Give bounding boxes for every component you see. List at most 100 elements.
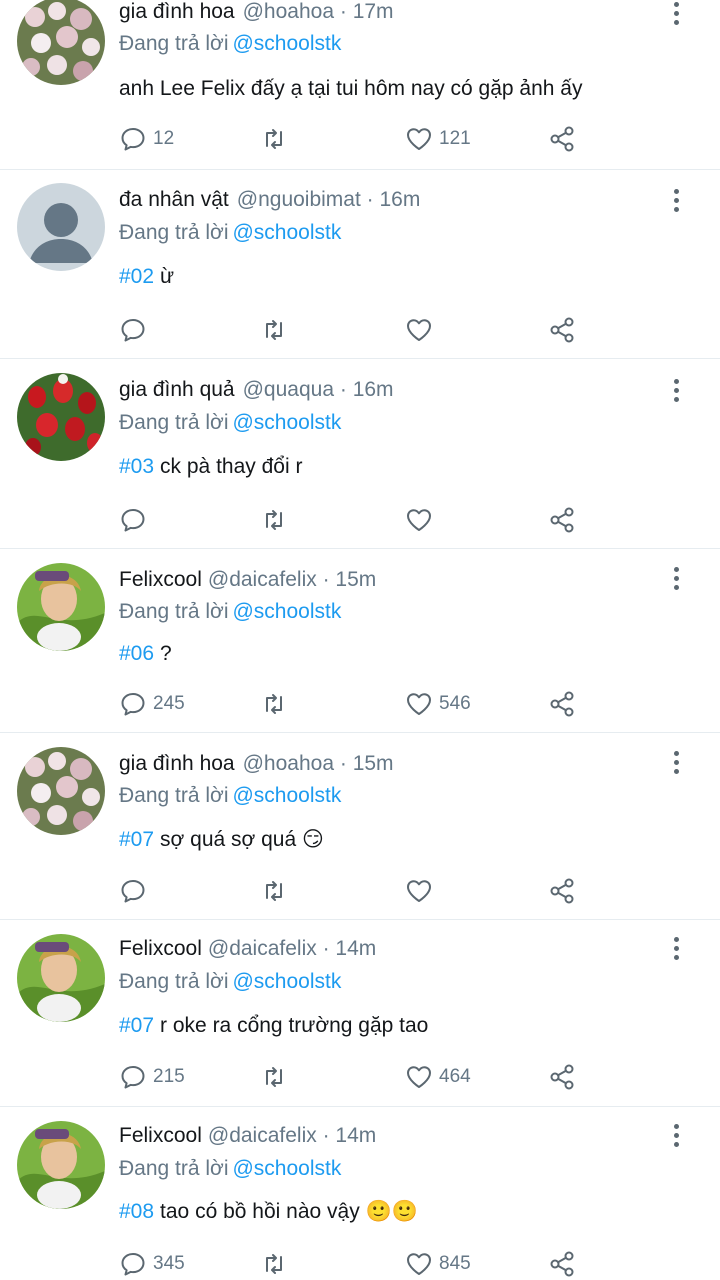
retweet-button[interactable]: [260, 688, 288, 720]
tweet-header: gia đình hoa @hoahoa · 17m: [119, 0, 394, 24]
avatar[interactable]: [17, 563, 105, 651]
avatar[interactable]: [17, 934, 105, 1022]
retweet-button[interactable]: [260, 1248, 288, 1280]
tweet-text-content: r oke ra cổng trường gặp tao: [160, 1014, 429, 1037]
more-options-icon[interactable]: [666, 933, 686, 963]
tweet-item[interactable]: gia đình hoa @hoahoa · 17m Đang trả lời @s…: [0, 0, 720, 170]
retweet-button[interactable]: [260, 314, 288, 346]
reply-icon: [121, 1066, 145, 1089]
reply-handle-link[interactable]: @schoolstk: [232, 221, 341, 244]
user-handle[interactable]: @daicafelix: [208, 568, 317, 591]
tweet-item[interactable]: Felixcool @daicafelix · 14m Đang trả lời @…: [0, 920, 720, 1107]
reply-button[interactable]: 215: [119, 1061, 185, 1093]
more-options-icon[interactable]: [666, 0, 686, 28]
reply-handle-link[interactable]: @schoolstk: [232, 1157, 341, 1180]
reply-context: Đang trả lời @schoolstk: [119, 32, 341, 56]
timestamp: 16m: [379, 188, 421, 211]
avatar[interactable]: [17, 183, 105, 271]
tweet-text-content: anh Lee Felix đấy ạ tại tui hôm nay có g…: [119, 77, 583, 100]
heart-icon: [407, 880, 431, 902]
avatar[interactable]: [17, 747, 105, 835]
hashtag-link[interactable]: #07: [119, 828, 154, 851]
display-name[interactable]: gia đình quả: [119, 378, 235, 401]
like-button[interactable]: 546: [405, 688, 471, 720]
handle-time: @quaqua · 16m: [242, 378, 394, 401]
display-name[interactable]: gia đình hoa: [119, 752, 235, 775]
tweet-item[interactable]: đa nhân vật @nguoibimat · 16m Đang trả lờ…: [0, 169, 720, 359]
share-button[interactable]: [548, 123, 576, 155]
hashtag-link[interactable]: #07: [119, 1014, 154, 1037]
more-options-icon[interactable]: [666, 375, 686, 405]
reply-handle-link[interactable]: @schoolstk: [232, 600, 341, 623]
retweet-button[interactable]: [260, 504, 288, 536]
reply-button[interactable]: 12: [119, 123, 174, 155]
tweet-text: #08 tao có bồ hồi nào vậy 🙂🙂: [119, 1200, 418, 1224]
tweet-item[interactable]: Felixcool @daicafelix · 14m Đang trả lời @…: [0, 1107, 720, 1277]
like-button[interactable]: 121: [405, 123, 471, 155]
reply-button[interactable]: [119, 314, 153, 346]
reply-context: Đang trả lời @schoolstk: [119, 1157, 341, 1181]
like-button[interactable]: [405, 314, 439, 346]
handle-time: @hoahoa · 17m: [242, 0, 394, 23]
hashtag-link[interactable]: #08: [119, 1200, 154, 1223]
display-name[interactable]: gia đình hoa: [119, 0, 235, 23]
tweet-text: anh Lee Felix đấy ạ tại tui hôm nay có g…: [119, 77, 582, 101]
like-button[interactable]: 845: [405, 1248, 471, 1280]
reply-handle-link[interactable]: @schoolstk: [232, 32, 341, 55]
reply-button[interactable]: [119, 875, 153, 907]
tweet-header: Felixcool @daicafelix · 14m: [119, 937, 376, 961]
user-handle[interactable]: @daicafelix: [208, 1124, 317, 1147]
share-button[interactable]: [548, 1061, 576, 1093]
heart-icon: [407, 693, 431, 715]
reply-button[interactable]: 245: [119, 688, 185, 720]
reply-handle-link[interactable]: @schoolstk: [232, 411, 341, 434]
like-count: 464: [439, 1066, 471, 1087]
like-button[interactable]: [405, 504, 439, 536]
reply-button[interactable]: [119, 504, 153, 536]
share-button[interactable]: [548, 875, 576, 907]
retweet-button[interactable]: [260, 1061, 288, 1093]
more-options-icon[interactable]: [666, 563, 686, 593]
more-options-icon[interactable]: [666, 1120, 686, 1150]
avatar[interactable]: [17, 373, 105, 461]
hashtag-link[interactable]: #06: [119, 642, 154, 665]
hashtag-link[interactable]: #02: [119, 265, 154, 288]
display-name[interactable]: Felixcool: [119, 1124, 202, 1147]
avatar[interactable]: [17, 0, 105, 85]
retweet-button[interactable]: [260, 875, 288, 907]
tweet-item[interactable]: gia đình quả @quaqua · 16m Đang trả lời @s…: [0, 359, 720, 549]
like-button[interactable]: 464: [405, 1061, 471, 1093]
display-name[interactable]: Felixcool: [119, 568, 202, 591]
user-handle[interactable]: @quaqua: [243, 378, 334, 401]
retweet-button[interactable]: [260, 123, 288, 155]
tweet-item[interactable]: Felixcool @daicafelix · 15m Đang trả lời @…: [0, 549, 720, 733]
share-button[interactable]: [548, 314, 576, 346]
reply-handle-link[interactable]: @schoolstk: [232, 970, 341, 993]
display-name[interactable]: đa nhân vật: [119, 188, 229, 211]
avatar[interactable]: [17, 1121, 105, 1209]
like-count: 845: [439, 1253, 471, 1274]
reply-handle-link[interactable]: @schoolstk: [232, 784, 341, 807]
timestamp: 14m: [335, 1124, 377, 1147]
share-button[interactable]: [548, 688, 576, 720]
display-name[interactable]: Felixcool: [119, 937, 202, 960]
share-icon: [550, 1251, 574, 1277]
more-options-icon[interactable]: [666, 747, 686, 777]
user-handle[interactable]: @hoahoa: [243, 0, 334, 23]
user-handle[interactable]: @daicafelix: [208, 937, 317, 960]
timestamp: 14m: [335, 937, 377, 960]
share-button[interactable]: [548, 504, 576, 536]
heart-icon: [407, 128, 431, 150]
user-handle[interactable]: @hoahoa: [243, 752, 334, 775]
reply-count: 345: [153, 1253, 185, 1274]
like-button[interactable]: [405, 875, 439, 907]
share-button[interactable]: [548, 1248, 576, 1280]
replying-to-label: Đang trả lời: [119, 32, 229, 55]
user-handle[interactable]: @nguoibimat: [237, 188, 361, 211]
more-options-icon[interactable]: [666, 185, 686, 215]
reply-count: 245: [153, 693, 185, 714]
tweet-item[interactable]: gia đình hoa @hoahoa · 15m Đang trả lời @s…: [0, 733, 720, 920]
reply-context: Đang trả lời @schoolstk: [119, 221, 341, 245]
reply-button[interactable]: 345: [119, 1248, 185, 1280]
hashtag-link[interactable]: #03: [119, 455, 154, 478]
